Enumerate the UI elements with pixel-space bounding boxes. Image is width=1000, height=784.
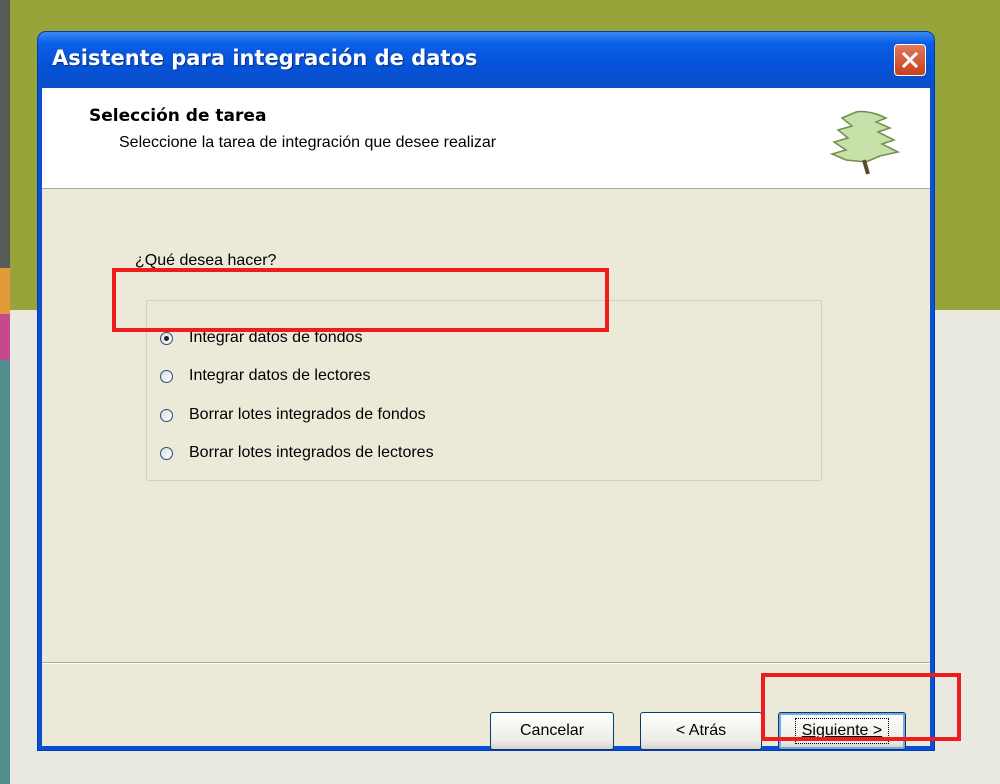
back-button[interactable]: < Atrás (640, 712, 762, 750)
background-strip-orange (0, 268, 10, 314)
option-borrar-fondos[interactable]: Borrar lotes integrados de fondos (160, 403, 426, 427)
radio-button-checked[interactable] (160, 331, 173, 345)
background-strip-dark (0, 0, 10, 268)
option-borrar-lectores[interactable]: Borrar lotes integrados de lectores (160, 441, 434, 465)
radio-button[interactable] (160, 369, 173, 383)
close-button[interactable] (894, 44, 926, 76)
step-title: Selección de tarea (89, 106, 267, 126)
option-label: Integrar datos de lectores (189, 367, 371, 384)
title-bar[interactable]: Asistente para integración de datos (38, 32, 934, 88)
tree-icon (829, 110, 901, 175)
radio-button[interactable] (160, 408, 173, 422)
footer-divider (42, 662, 930, 664)
option-label: Borrar lotes integrados de fondos (189, 406, 426, 423)
wizard-dialog: Asistente para integración de datos Sele… (38, 32, 934, 750)
wizard-header: Selección de tarea Seleccione la tarea d… (42, 88, 930, 189)
background-strip-pink (0, 314, 10, 360)
option-integrar-lectores[interactable]: Integrar datos de lectores (160, 364, 370, 388)
dialog-client-area: Selección de tarea Seleccione la tarea d… (42, 88, 930, 750)
window-title: Asistente para integración de datos (52, 46, 478, 70)
cancel-button[interactable]: Cancelar (490, 712, 614, 750)
option-label: Borrar lotes integrados de lectores (189, 444, 434, 461)
highlight-box-next (761, 673, 961, 741)
radio-button[interactable] (160, 446, 173, 460)
close-x-icon (901, 51, 919, 69)
highlight-box-option (112, 268, 609, 332)
step-subtitle: Seleccione la tarea de integración que d… (119, 134, 497, 151)
